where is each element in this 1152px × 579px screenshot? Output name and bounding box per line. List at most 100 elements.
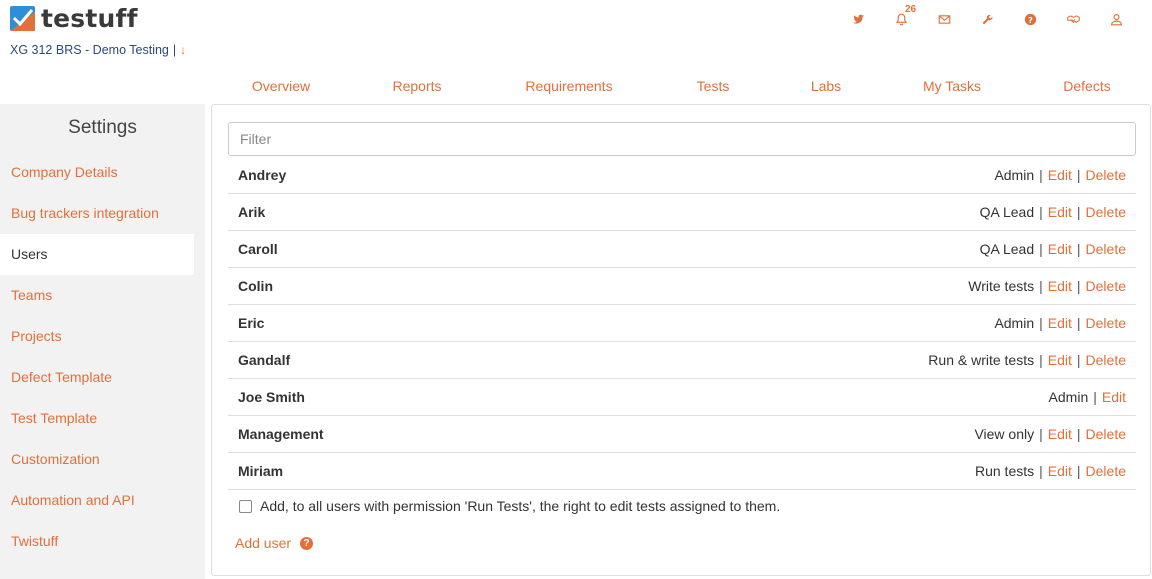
run-tests-edit-permission: Add, to all users with permission 'Run T…: [239, 498, 780, 514]
user-row: Management View only | Edit | Delete: [228, 416, 1136, 453]
arrow-down-icon[interactable]: ↓: [180, 43, 186, 57]
user-icon[interactable]: [1095, 9, 1138, 29]
sidebar-item-test-template[interactable]: Test Template: [0, 398, 194, 439]
add-user-link[interactable]: Add user: [235, 535, 291, 551]
separator: |: [1039, 167, 1043, 183]
delete-link[interactable]: Delete: [1086, 278, 1126, 294]
main-nav: Overview Reports Requirements Tests Labs…: [212, 78, 1152, 94]
user-name: Andrey: [238, 167, 287, 183]
separator: |: [1076, 426, 1081, 442]
edit-link[interactable]: Edit: [1048, 241, 1072, 257]
delete-link[interactable]: Delete: [1086, 204, 1126, 220]
sidebar-item-projects[interactable]: Projects: [0, 316, 194, 357]
user-name: Caroll: [238, 241, 278, 257]
edit-link[interactable]: Edit: [1048, 204, 1072, 220]
sidebar-item-company-details[interactable]: Company Details: [0, 152, 194, 193]
separator: |: [1076, 315, 1081, 331]
user-role: Admin: [1048, 389, 1089, 405]
run-tests-edit-checkbox[interactable]: [239, 499, 252, 513]
user-row: Andrey Admin | Edit | Delete: [228, 157, 1136, 194]
delete-link[interactable]: Delete: [1086, 352, 1126, 368]
edit-link[interactable]: Edit: [1102, 389, 1126, 405]
tab-requirements[interactable]: Requirements: [484, 78, 654, 94]
separator: |: [1076, 204, 1081, 220]
logo-icon: [10, 6, 35, 31]
separator: |: [1039, 278, 1043, 294]
bell-icon[interactable]: 26: [880, 4, 923, 29]
user-name: Joe Smith: [238, 389, 305, 405]
user-role: View only: [974, 426, 1035, 442]
edit-link[interactable]: Edit: [1048, 426, 1072, 442]
tab-defects[interactable]: Defects: [1024, 78, 1150, 94]
users-panel: Andrey Admin | Edit | Delete Arik QA Lea…: [211, 104, 1151, 576]
separator: |: [1076, 278, 1081, 294]
twitter-icon[interactable]: [837, 9, 880, 29]
edit-link[interactable]: Edit: [1048, 463, 1072, 479]
delete-link[interactable]: Delete: [1086, 463, 1126, 479]
users-list: Andrey Admin | Edit | Delete Arik QA Lea…: [228, 157, 1136, 490]
add-user-row: Add user ?: [235, 535, 314, 551]
project-name[interactable]: XG 312 BRS - Demo Testing: [10, 43, 169, 57]
sidebar-item-teams[interactable]: Teams: [0, 275, 194, 316]
edit-link[interactable]: Edit: [1048, 167, 1072, 183]
user-name: Miriam: [238, 463, 284, 479]
user-role: Admin: [994, 167, 1035, 183]
sidebar-item-defect-template[interactable]: Defect Template: [0, 357, 194, 398]
user-row: Joe Smith Admin | Edit: [228, 379, 1136, 416]
separator: |: [1093, 389, 1097, 405]
user-role: QA Lead: [979, 241, 1035, 257]
help-icon[interactable]: ?: [1009, 9, 1052, 29]
edit-link[interactable]: Edit: [1048, 315, 1072, 331]
delete-link[interactable]: Delete: [1086, 167, 1126, 183]
tab-my-tasks[interactable]: My Tasks: [880, 78, 1024, 94]
sidebar-item-bug-trackers[interactable]: Bug trackers integration: [0, 193, 194, 234]
user-role: Admin: [994, 315, 1035, 331]
separator: |: [1076, 241, 1081, 257]
sidebar-item-automation-api[interactable]: Automation and API: [0, 480, 194, 521]
separator: |: [1039, 315, 1043, 331]
delete-link[interactable]: Delete: [1086, 426, 1126, 442]
edit-link[interactable]: Edit: [1048, 278, 1072, 294]
user-role: Write tests: [968, 278, 1035, 294]
edit-link[interactable]: Edit: [1048, 352, 1072, 368]
tab-tests[interactable]: Tests: [654, 78, 772, 94]
sidebar-item-customization[interactable]: Customization: [0, 439, 194, 480]
user-name: Management: [238, 426, 324, 442]
help-icon[interactable]: ?: [300, 536, 314, 550]
logo-text: testuff: [41, 4, 138, 33]
separator: |: [1076, 167, 1081, 183]
logo[interactable]: testuff: [10, 4, 138, 33]
delete-link[interactable]: Delete: [1086, 241, 1126, 257]
wrench-icon[interactable]: [966, 9, 1009, 29]
mail-icon[interactable]: [923, 9, 966, 29]
separator: |: [1039, 204, 1043, 220]
separator: |: [1039, 352, 1043, 368]
user-name: Colin: [238, 278, 273, 294]
user-row: Eric Admin | Edit | Delete: [228, 305, 1136, 342]
user-row: Miriam Run tests | Edit | Delete: [228, 453, 1136, 490]
separator: |: [1039, 241, 1043, 257]
user-row: Arik QA Lead | Edit | Delete: [228, 194, 1136, 231]
sidebar-title: Settings: [68, 117, 137, 138]
sidebar-item-twistuff[interactable]: Twistuff: [0, 521, 194, 562]
settings-sidebar: Settings Company Details Bug trackers in…: [0, 104, 205, 579]
tab-reports[interactable]: Reports: [350, 78, 484, 94]
user-row: Gandalf Run & write tests | Edit | Delet…: [228, 342, 1136, 379]
tab-labs[interactable]: Labs: [772, 78, 880, 94]
sidebar-item-users[interactable]: Users: [0, 234, 194, 275]
user-name: Arik: [238, 204, 266, 220]
project-selector[interactable]: XG 312 BRS - Demo Testing | ↓: [10, 43, 186, 57]
svg-text:?: ?: [1028, 14, 1033, 24]
tab-overview[interactable]: Overview: [212, 78, 350, 94]
user-name: Eric: [238, 315, 265, 331]
project-separator: |: [172, 43, 177, 57]
user-name: Gandalf: [238, 352, 291, 368]
user-row: Caroll QA Lead | Edit | Delete: [228, 231, 1136, 268]
checkbox-label: Add, to all users with permission 'Run T…: [260, 498, 781, 514]
user-role: Run & write tests: [928, 352, 1035, 368]
separator: |: [1039, 463, 1043, 479]
delete-link[interactable]: Delete: [1086, 315, 1126, 331]
user-role: Run tests: [974, 463, 1035, 479]
filter-input[interactable]: [228, 122, 1136, 156]
handshake-icon[interactable]: [1052, 9, 1095, 29]
